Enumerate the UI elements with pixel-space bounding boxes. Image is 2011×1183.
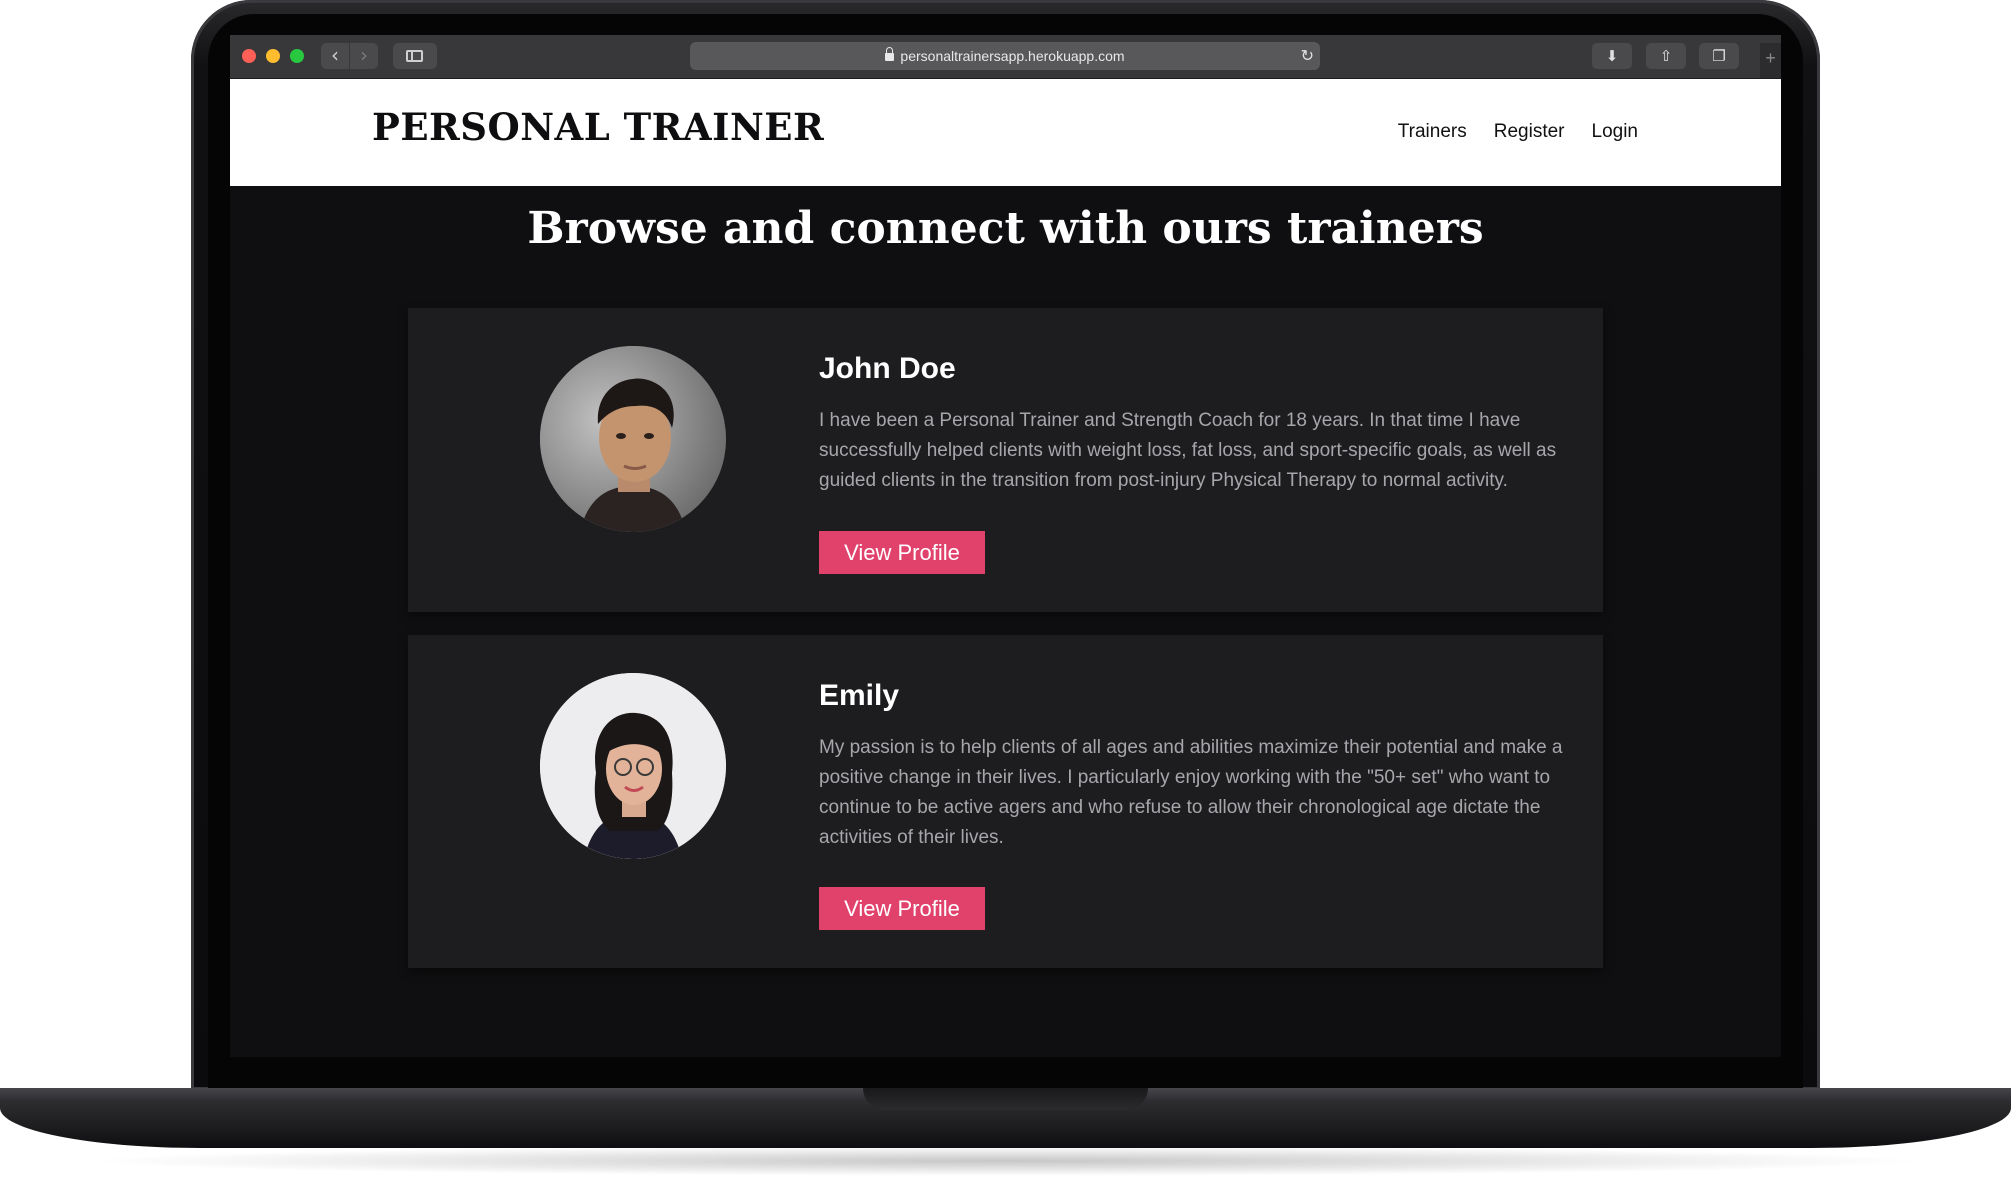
back-icon: ‹	[331, 43, 339, 67]
trainer-info: John Doe I have been a Personal Trainer …	[819, 352, 1563, 496]
view-profile-button[interactable]: View Profile	[819, 887, 985, 930]
tabs-icon: ❐	[1712, 47, 1726, 65]
lock-icon	[885, 47, 895, 61]
sidebar-toggle-button[interactable]	[393, 43, 437, 69]
trainer-avatar	[540, 673, 726, 859]
downloads-button[interactable]: ⬇	[1592, 43, 1632, 69]
trainer-name: Emily	[819, 679, 900, 712]
close-window-button[interactable]	[242, 49, 256, 63]
new-tab-button[interactable]: +	[1760, 43, 1781, 78]
share-icon: ⇧	[1659, 47, 1673, 65]
forward-icon: ›	[360, 43, 368, 67]
laptop-shadow	[80, 1146, 1931, 1176]
page-title: Browse and connect with ours trainers	[527, 203, 1484, 254]
download-icon: ⬇	[1605, 47, 1619, 65]
browser-toolbar: ‹ › personaltrainersapp.herokuapp.com ↻ …	[230, 35, 1781, 79]
show-tabs-button[interactable]: ❐	[1699, 43, 1739, 69]
laptop-notch	[863, 1088, 1148, 1110]
address-bar[interactable]: personaltrainersapp.herokuapp.com ↻	[690, 42, 1320, 70]
nav-trainers-link[interactable]: Trainers	[1398, 121, 1467, 143]
trainer-card: John Doe I have been a Personal Trainer …	[408, 308, 1603, 612]
trainer-bio: I have been a Personal Trainer and Stren…	[819, 410, 1557, 491]
minimize-window-button[interactable]	[266, 49, 280, 63]
url-text: personaltrainersapp.herokuapp.com	[900, 48, 1125, 64]
browser-window: ‹ › personaltrainersapp.herokuapp.com ↻ …	[230, 35, 1781, 1057]
site-header: PERSONAL TRAINER Trainers Register Login	[230, 79, 1781, 186]
trainer-bio: My passion is to help clients of all age…	[819, 737, 1563, 848]
reload-icon[interactable]: ↻	[1301, 42, 1314, 70]
nav-register-link[interactable]: Register	[1494, 121, 1565, 143]
plus-icon: +	[1765, 48, 1776, 68]
forward-button[interactable]: ›	[350, 43, 378, 69]
site-logo[interactable]: PERSONAL TRAINER	[372, 105, 824, 149]
trainer-avatar	[540, 346, 726, 532]
trainer-info: Emily My passion is to help clients of a…	[819, 679, 1563, 853]
sidebar-icon	[406, 50, 423, 62]
nav-login-link[interactable]: Login	[1592, 121, 1639, 143]
view-profile-button[interactable]: View Profile	[819, 531, 985, 574]
share-button[interactable]: ⇧	[1646, 43, 1686, 69]
main-nav: Trainers Register Login	[1398, 121, 1638, 143]
trainer-name: John Doe	[819, 352, 956, 385]
avatar-photo	[540, 673, 726, 859]
zoom-window-button[interactable]	[290, 49, 304, 63]
back-button[interactable]: ‹	[321, 43, 349, 69]
avatar-photo	[540, 346, 726, 532]
trainer-card: Emily My passion is to help clients of a…	[408, 635, 1603, 968]
